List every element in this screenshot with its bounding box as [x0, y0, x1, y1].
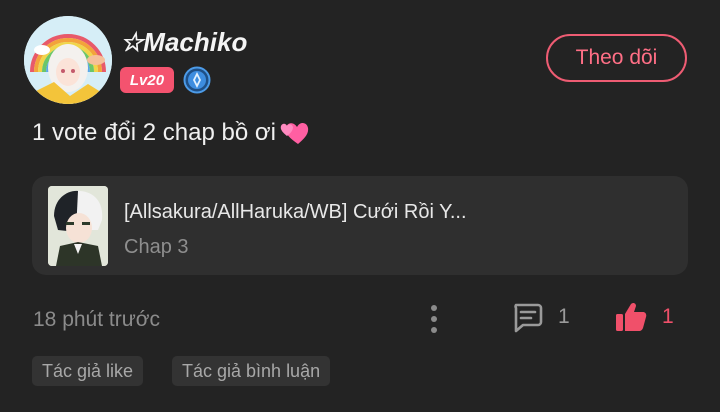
- chapter-card[interactable]: [Allsakura/AllHaruka/WB] Cưới Rồi Y... C…: [32, 176, 688, 275]
- chapter-title: [Allsakura/AllHaruka/WB] Cưới Rồi Y...: [124, 201, 467, 223]
- two-hearts-icon: [280, 122, 309, 144]
- comment-text: 1 vote đổi 2 chap bồ ơi: [32, 118, 312, 148]
- like-count: 1: [662, 305, 674, 328]
- thumbs-up-icon: [616, 302, 647, 331]
- tag-author-like: Tác giả like: [32, 356, 144, 386]
- timestamp: 18 phút trước: [33, 308, 161, 331]
- avatar[interactable]: [24, 16, 112, 104]
- more-options-icon[interactable]: [420, 302, 448, 336]
- comment-body: 1 vote đổi 2 chap bồ ơi: [32, 119, 276, 146]
- tag-author-reply: Tác giả bình luận: [172, 356, 331, 386]
- follow-button[interactable]: Theo dõi: [546, 34, 687, 82]
- chapter-thumbnail: [48, 186, 108, 266]
- level-badge: Lv20: [120, 67, 174, 93]
- like-button[interactable]: 1: [614, 300, 674, 334]
- chapter-number: Chap 3: [124, 236, 189, 258]
- reply-button[interactable]: 1: [510, 300, 570, 334]
- comment-count: 1: [558, 305, 570, 328]
- username[interactable]: ☆Machiko: [120, 27, 247, 58]
- comment-icon: [514, 303, 543, 333]
- verified-badge-icon: [183, 66, 211, 94]
